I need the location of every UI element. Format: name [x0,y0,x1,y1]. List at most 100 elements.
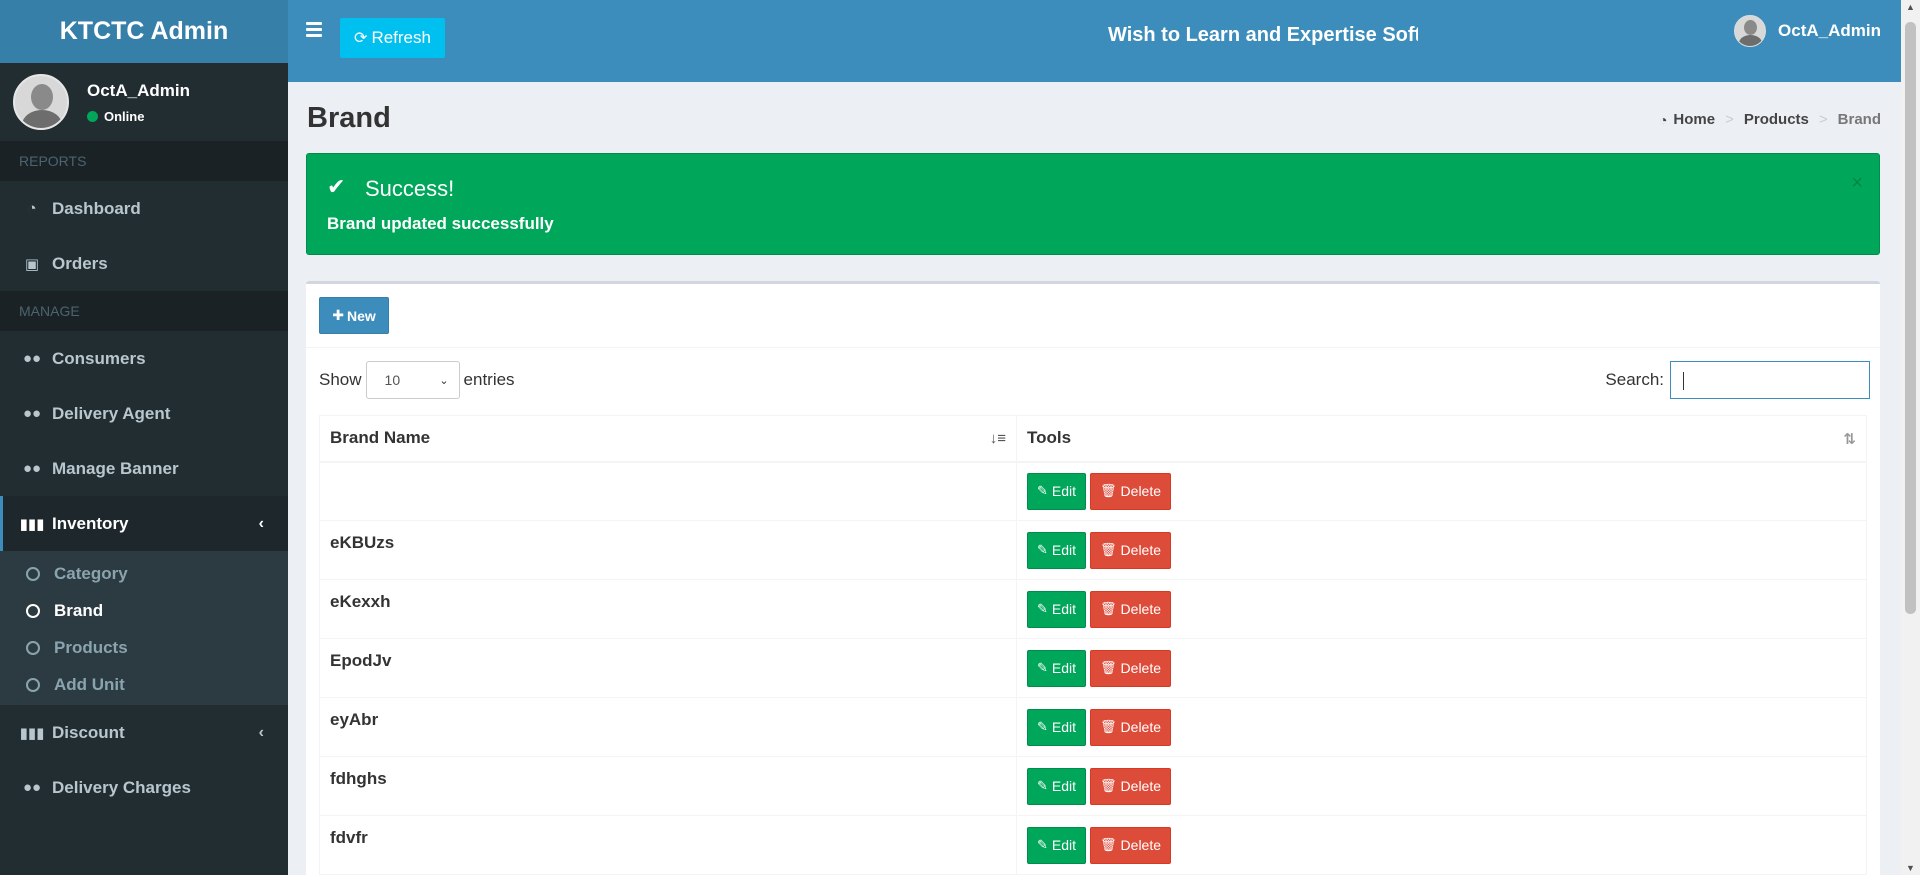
breadcrumb-products[interactable]: Products [1744,111,1809,128]
delete-button[interactable]: 🗑 Delete [1090,767,1172,805]
status-label: Online [104,108,145,124]
column-label: Tools [1027,428,1072,448]
sidebar-item-consumers[interactable]: ●● Consumers [0,331,288,386]
delete-button[interactable]: 🗑 Delete [1090,649,1172,687]
online-dot-icon [87,110,98,122]
new-brand-button[interactable]: ✚ New [319,297,389,334]
user-panel: OctA_Admin Online [0,63,288,141]
sidebar-item-delivery-charges[interactable]: ●● Delivery Charges [0,760,288,815]
check-icon: ✔ [327,174,346,199]
dashboard-icon: ◔ [27,200,37,217]
breadcrumb: ◔ Home > Products > Brand [1658,111,1881,128]
edit-icon: ✎ [1037,542,1048,557]
top-navbar: ⟳ Refresh Wish to Learn and Expertise So… [288,0,1901,82]
page-title: Brand [307,102,391,134]
sort-asc-icon: ↓≡ [989,430,1006,447]
entries-length-control: Show 10 ⌄ entries [319,361,515,399]
menu-toggle-icon[interactable] [306,22,322,40]
table-row: eKexxh ✎ Edit 🗑 Delete [319,579,1867,639]
users-icon: ●● [22,350,42,367]
page-scrollbar[interactable]: ▲ ▼ [1901,0,1920,875]
show-label: Show [319,370,362,389]
delete-button[interactable]: 🗑 Delete [1090,472,1172,510]
barcode-icon: ▮▮▮ [19,724,45,742]
sidebar-subitem-products[interactable]: Products [0,629,288,666]
avatar [13,74,69,130]
tools-cell: ✎ Edit 🗑 Delete [1016,697,1867,757]
delete-button[interactable]: 🗑 Delete [1090,531,1172,569]
trash-icon: 🗑 [1100,719,1117,734]
subitem-label: Products [54,637,128,657]
sidebar-item-orders[interactable]: ▣ Orders [0,236,288,291]
users-icon: ●● [22,779,42,796]
sidebar-item-inventory[interactable]: ▮▮▮ Inventory ‹ [0,496,288,551]
tools-cell: ✎ Edit 🗑 Delete [1016,815,1867,875]
column-header-tools[interactable]: Tools ⇅ [1016,415,1867,463]
edit-button[interactable]: ✎ Edit [1027,708,1087,746]
sidebar-item-label: Delivery Agent [52,403,171,423]
delete-button[interactable]: 🗑 Delete [1090,590,1172,628]
sidebar-subitem-category[interactable]: Category [0,555,288,592]
edit-label: Edit [1051,483,1077,500]
chevron-left-icon: ‹ [258,514,264,532]
edit-button[interactable]: ✎ Edit [1027,531,1087,569]
close-icon[interactable]: × [1851,172,1863,195]
alert-title: Success! [365,176,455,201]
sidebar-item-discount[interactable]: ▮▮▮ Discount ‹ [0,705,288,760]
sort-both-icon: ⇅ [1843,431,1856,448]
delete-label: Delete [1120,719,1162,735]
edit-button[interactable]: ✎ Edit [1027,472,1087,510]
brand-table: Brand Name ↓≡ Tools ⇅ ✎ Edit 🗑 Delete eKBUzs… [319,415,1867,875]
edit-button[interactable]: ✎ Edit [1027,767,1087,805]
delete-label: Delete [1120,778,1162,794]
new-label: New [346,307,376,324]
edit-label: Edit [1051,601,1077,617]
sidebar-item-manage-banner[interactable]: ●● Manage Banner [0,441,288,496]
edit-button[interactable]: ✎ Edit [1027,590,1087,628]
table-row: eyAbr ✎ Edit 🗑 Delete [319,697,1867,757]
delete-label: Delete [1120,837,1162,853]
table-row: ✎ Edit 🗑 Delete [319,461,1867,521]
delete-label: Delete [1120,601,1162,617]
search-input[interactable] [1670,361,1870,399]
circle-icon [26,640,40,655]
scroll-up-icon[interactable]: ▲ [1906,2,1915,12]
column-label: Brand Name [330,428,431,448]
edit-label: Edit [1051,660,1077,676]
sidebar-item-label: Orders [52,253,108,273]
column-header-brand-name[interactable]: Brand Name ↓≡ [319,415,1017,463]
refresh-button[interactable]: ⟳ Refresh [340,18,445,58]
user-menu[interactable]: OctA_Admin [1734,15,1881,47]
brand-name-cell: eyAbr [319,697,1017,757]
delete-button[interactable]: 🗑 Delete [1090,826,1172,864]
edit-icon: ✎ [1037,660,1048,675]
edit-label: Edit [1051,837,1077,853]
sidebar-header-reports: REPORTS [0,141,288,181]
delete-button[interactable]: 🗑 Delete [1090,708,1172,746]
table-row: fdhghs ✎ Edit 🗑 Delete [319,756,1867,816]
trash-icon: 🗑 [1100,778,1117,793]
edit-label: Edit [1051,778,1077,794]
success-alert: ✔ Success! Brand updated successfully × [306,153,1880,255]
sidebar-subitem-add-unit[interactable]: Add Unit [0,666,288,703]
dashboard-icon: ◔ [1658,111,1668,128]
trash-icon: 🗑 [1100,483,1117,499]
money-icon: ▣ [24,255,40,273]
trash-icon: 🗑 [1100,660,1117,675]
brand-name-cell: eKBUzs [319,520,1017,580]
edit-button[interactable]: ✎ Edit [1027,649,1087,687]
sidebar-item-delivery-agent[interactable]: ●● Delivery Agent [0,386,288,441]
edit-icon: ✎ [1037,601,1048,616]
sidebar: KTCTC Admin OctA_Admin Online REPORTS ◔ … [0,0,288,875]
app-logo[interactable]: KTCTC Admin [0,0,288,63]
breadcrumb-home[interactable]: Home [1673,111,1715,128]
sidebar-item-dashboard[interactable]: ◔ Dashboard [0,181,288,236]
edit-button[interactable]: ✎ Edit [1027,826,1087,864]
search-label: Search: [1605,370,1664,389]
edit-label: Edit [1051,542,1077,558]
scroll-down-icon[interactable]: ▼ [1906,863,1915,873]
entries-select[interactable]: 10 ⌄ [365,361,460,399]
sidebar-subitem-brand[interactable]: Brand [0,592,288,629]
tools-cell: ✎ Edit 🗑 Delete [1016,756,1867,816]
scrollbar-thumb[interactable] [1905,22,1916,614]
